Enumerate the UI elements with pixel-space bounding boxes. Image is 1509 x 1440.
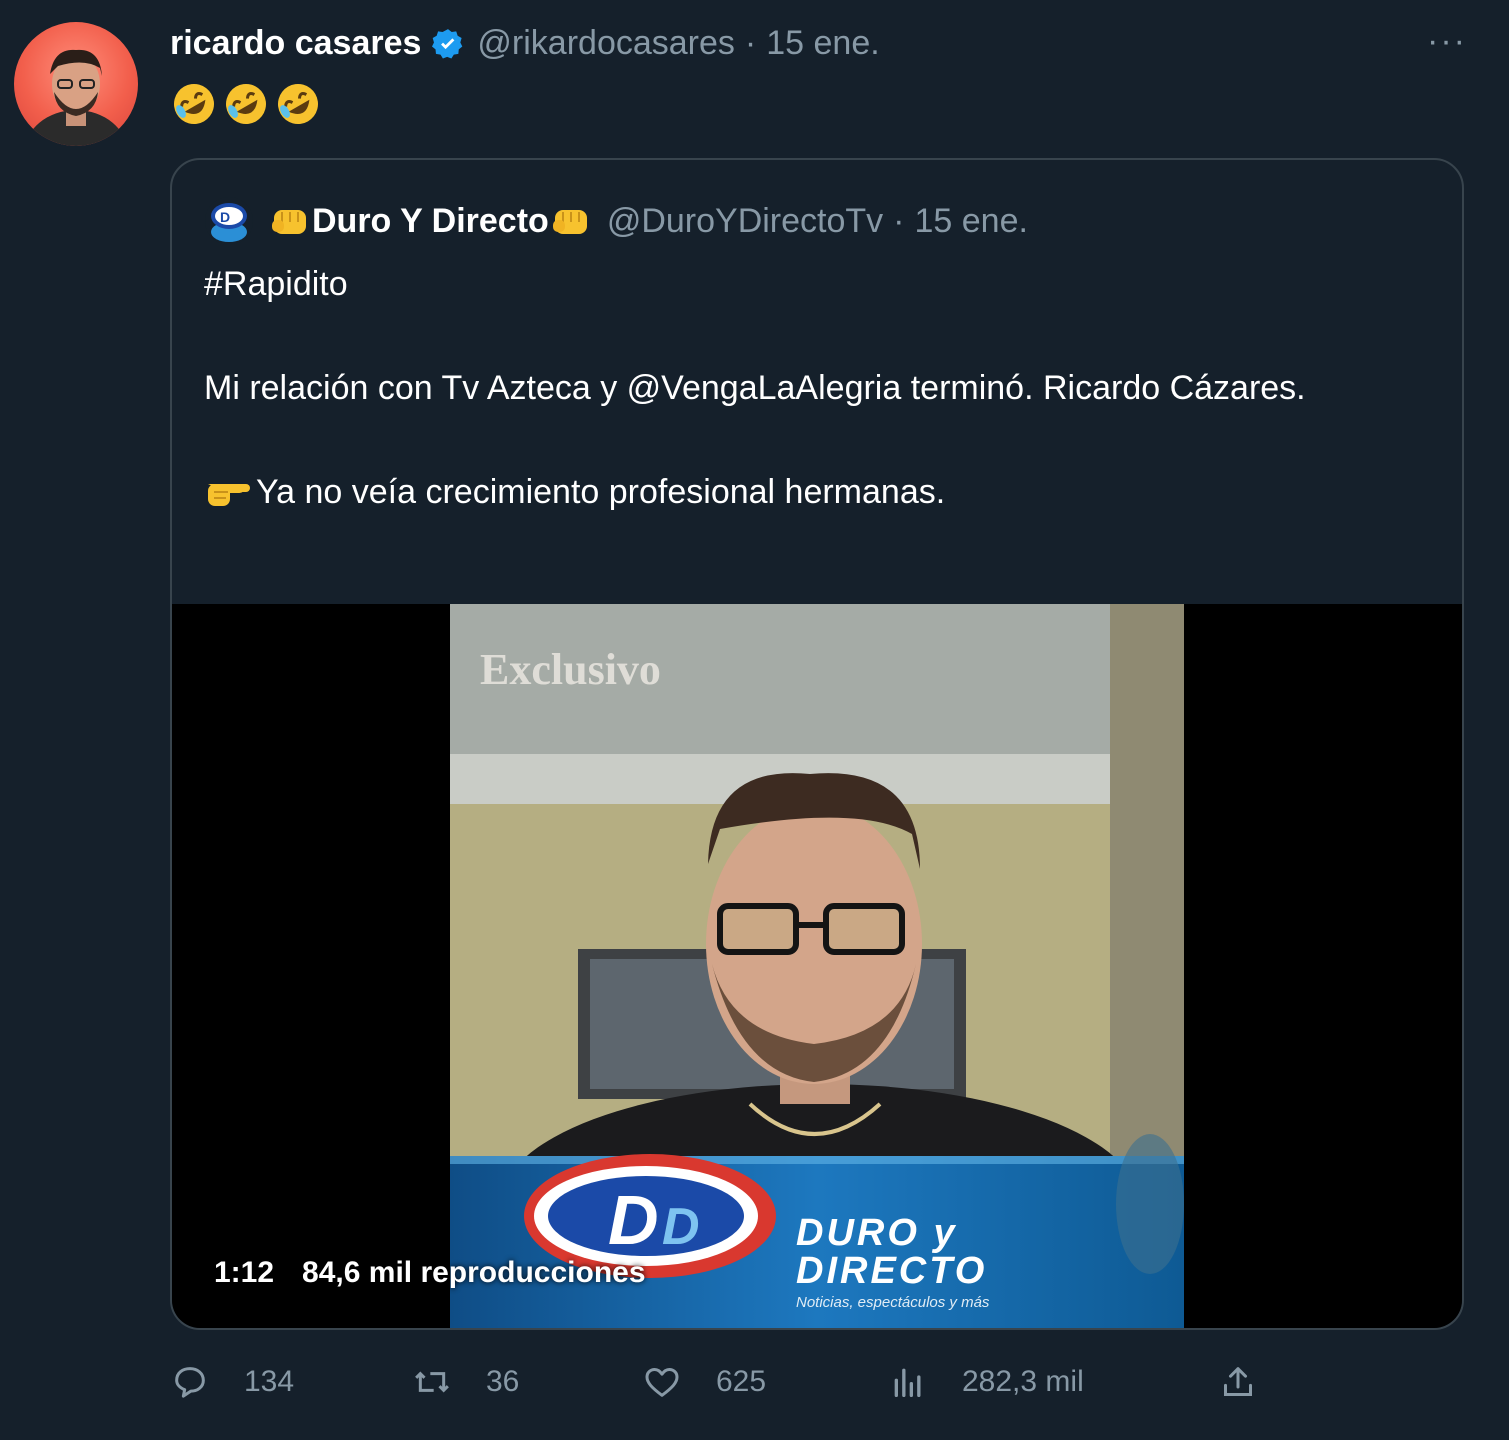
like-count: 625 xyxy=(716,1365,767,1398)
svg-text:D: D xyxy=(662,1198,700,1256)
heart-icon xyxy=(645,1368,679,1397)
reply-icon xyxy=(175,1367,205,1398)
rofl-emoji-icon xyxy=(174,84,214,124)
video-duration: 1:12 xyxy=(214,1256,275,1289)
quoted-author-avatar[interactable]: D xyxy=(204,196,254,246)
video-overlay-label: Exclusivo xyxy=(480,645,661,694)
retweet-button[interactable]: 36 xyxy=(412,1362,519,1402)
retweet-icon xyxy=(415,1371,449,1393)
separator-dot: · xyxy=(893,201,905,240)
tweet-header: ricardo casares @rikardocasares · 15 ene… xyxy=(170,24,880,63)
tweet-text xyxy=(170,80,322,128)
banner-subtitle: Noticias, espectáculos y más xyxy=(796,1294,990,1311)
author-name[interactable]: ricardo casares xyxy=(170,24,421,63)
banner-title-1: DURO y xyxy=(796,1212,958,1254)
avatar-portrait xyxy=(24,49,128,146)
reply-button[interactable]: 134 xyxy=(170,1362,294,1402)
views-count: 282,3 mil xyxy=(962,1365,1084,1398)
views-button[interactable]: 282,3 mil xyxy=(888,1362,1084,1402)
author-avatar[interactable] xyxy=(14,22,138,146)
video-info: 1:12 84,6 mil reproducciones xyxy=(214,1256,646,1290)
quoted-tweet-header: D Duro Y Directo @DuroYDirectoTv · 15 en… xyxy=(204,196,1028,246)
video-banner-logo: DURO y DIRECTO Noticias, espectáculos y … xyxy=(796,1214,989,1311)
quoted-tweet[interactable]: D Duro Y Directo @DuroYDirectoTv · 15 en… xyxy=(170,158,1464,1330)
quoted-author-handle: @DuroYDirectoTv xyxy=(606,201,884,240)
oncoming-fist-emoji-icon xyxy=(272,210,306,234)
share-icon xyxy=(1224,1367,1252,1396)
svg-text:D: D xyxy=(220,209,230,225)
rofl-emoji-icon xyxy=(278,84,318,124)
tweet-date[interactable]: 15 ene. xyxy=(766,24,879,63)
author-handle[interactable]: @rikardocasares xyxy=(477,24,735,63)
quoted-text-line-1: Mi relación con Tv Azteca y @VengaLaAleg… xyxy=(204,369,1306,407)
reply-count: 134 xyxy=(244,1365,295,1398)
quoted-author-name[interactable]: Duro Y Directo xyxy=(268,202,593,241)
hashtag-link[interactable]: #Rapidito xyxy=(204,258,1404,310)
quoted-author-name-text: Duro Y Directo xyxy=(312,201,549,240)
quoted-text-line-2-text: Ya no veía crecimiento profesional herma… xyxy=(256,473,946,511)
share-button[interactable] xyxy=(1218,1362,1292,1402)
quoted-tweet-date: 15 ene. xyxy=(914,201,1028,240)
verified-badge-icon xyxy=(432,28,463,58)
video-thumbnail[interactable]: D D Exclusivo DURO y DIRECTO Noticias, e… xyxy=(450,604,1184,1328)
like-button[interactable]: 625 xyxy=(642,1362,766,1402)
tweet-actions: 134 36 625 282,3 mil xyxy=(170,1362,1270,1422)
banner-title-2: DIRECTO xyxy=(796,1250,988,1292)
retweet-count: 36 xyxy=(486,1365,520,1398)
more-options-icon[interactable]: ··· xyxy=(1427,22,1467,61)
oncoming-fist-emoji-icon xyxy=(552,210,587,234)
quoted-tweet-text: #Rapidito Mi relación con Tv Azteca y @V… xyxy=(204,258,1404,518)
svg-text:D: D xyxy=(608,1181,659,1259)
analytics-icon xyxy=(894,1368,921,1397)
rofl-emoji-icon xyxy=(226,84,266,124)
video-view-count: 84,6 mil reproducciones xyxy=(302,1256,646,1289)
pointing-hand-emoji-icon xyxy=(208,484,250,506)
video-player[interactable]: D D Exclusivo DURO y DIRECTO Noticias, e… xyxy=(172,604,1462,1328)
quoted-text-line-2: Ya no veía crecimiento profesional herma… xyxy=(204,466,1404,518)
separator-dot: · xyxy=(744,24,757,62)
